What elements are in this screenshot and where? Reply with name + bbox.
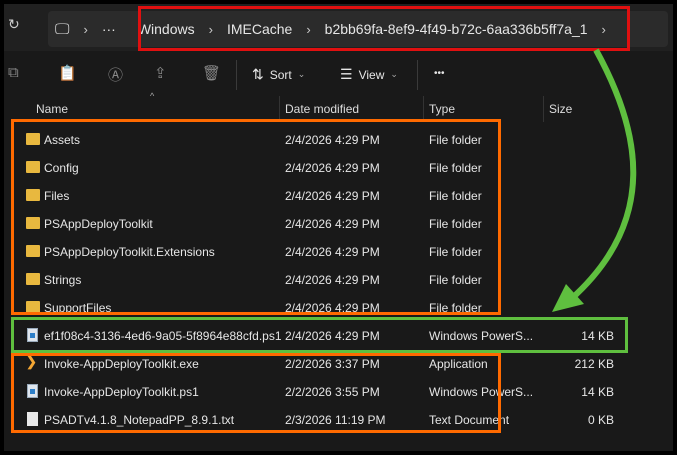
annotation-green-arrow bbox=[552, 48, 637, 312]
